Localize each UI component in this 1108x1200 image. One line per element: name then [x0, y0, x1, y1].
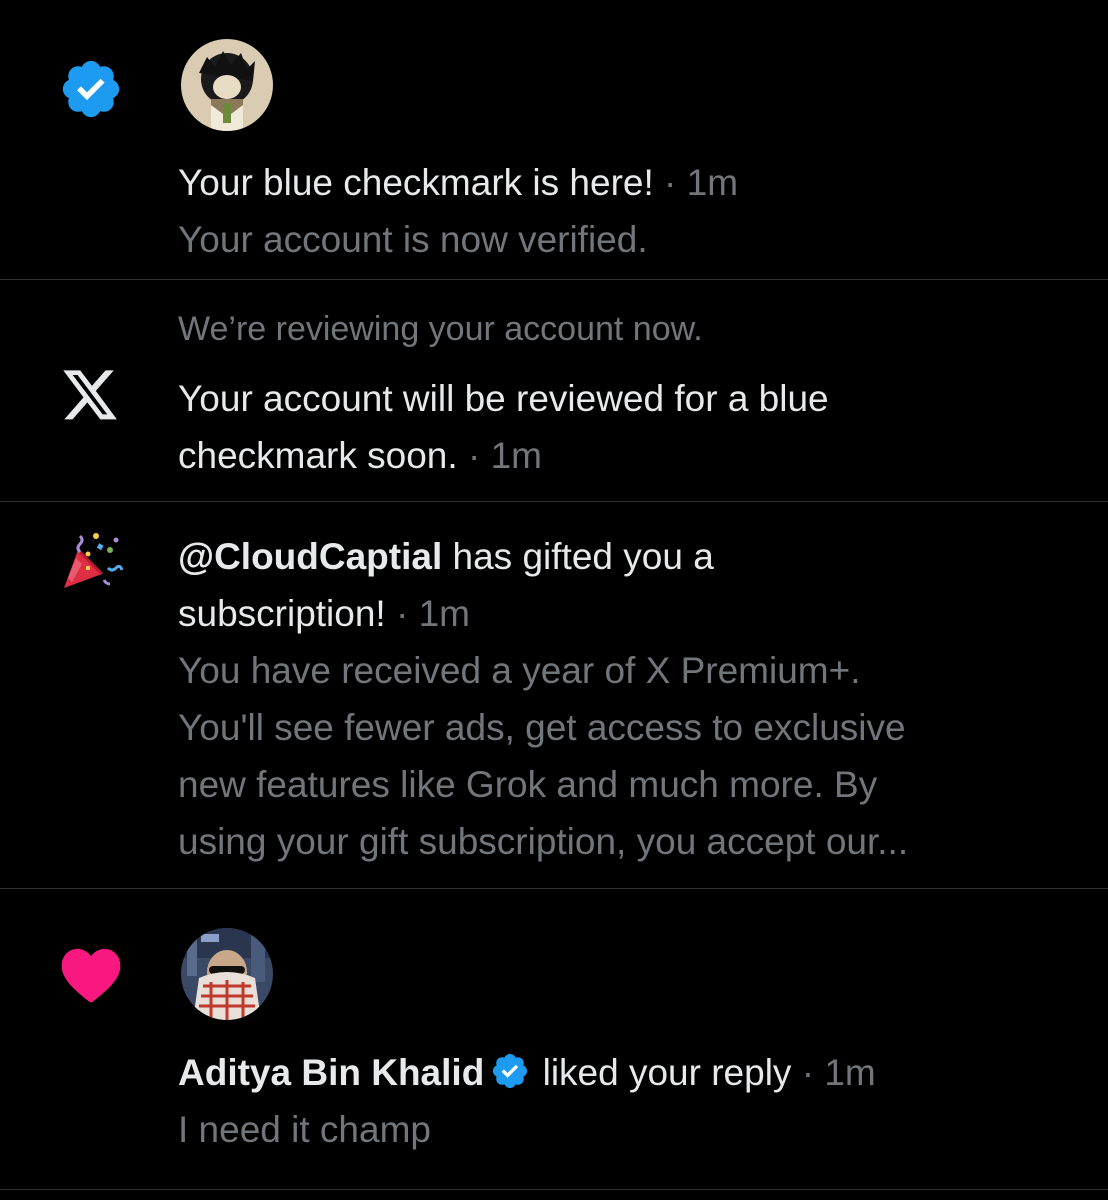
notification-title-line: Your blue checkmark is here! · 1m	[178, 154, 1068, 211]
notification-body-line: You'll see fewer ads, get access to excl…	[178, 707, 906, 748]
verified-badge-icon	[490, 1050, 530, 1090]
timestamp: 1m	[490, 435, 542, 476]
notification-body-line: using your gift subscription, you accept…	[178, 821, 909, 862]
notification-header: We’re reviewing your account now.	[178, 310, 703, 348]
notification-title-cont: subscription!	[178, 593, 386, 634]
notification-title-line: checkmark soon. · 1m	[178, 427, 1068, 484]
notification-body-line: You have received a year of X Premium+.	[178, 650, 861, 691]
verified-badge-icon	[42, 56, 140, 122]
notification-body: Your account is now verified.	[178, 219, 648, 260]
notification-title-line: subscription! · 1m	[178, 585, 1068, 642]
notification-title-line: @CloudCaptial has gifted you a	[178, 528, 1068, 585]
separator-dot: ·	[664, 162, 677, 203]
timestamp: 1m	[824, 1052, 876, 1093]
notification-title: Your account will be reviewed for a blue	[178, 378, 829, 419]
notification-review[interactable]: We’re reviewing your account now. Your a…	[0, 280, 1108, 501]
notification-verified[interactable]: Your blue checkmark is here! · 1m Your a…	[0, 0, 1108, 279]
separator-dot: ·	[396, 593, 409, 634]
x-logo-icon	[42, 370, 140, 422]
notification-like[interactable]: Aditya Bin Khalid liked your reply · 1m …	[0, 889, 1108, 1189]
party-popper-icon	[42, 528, 140, 594]
user-avatar[interactable]	[181, 928, 273, 1020]
notification-title-line: Aditya Bin Khalid liked your reply · 1m	[178, 1044, 1068, 1101]
notification-title: has gifted you a	[452, 536, 714, 577]
notification-action: liked your reply	[542, 1052, 792, 1093]
separator-dot: ·	[801, 1052, 815, 1093]
heart-icon	[42, 944, 140, 1004]
notification-body-line: new features like Grok and much more. By	[178, 764, 878, 805]
timestamp: 1m	[686, 162, 739, 203]
user-handle-link[interactable]: @CloudCaptial	[178, 536, 442, 577]
separator-dot: ·	[467, 435, 481, 476]
user-avatar[interactable]	[181, 39, 273, 131]
user-name-link[interactable]: Aditya Bin Khalid	[178, 1052, 484, 1093]
notification-gift[interactable]: @CloudCaptial has gifted you a subscript…	[0, 502, 1108, 888]
notification-title: Your blue checkmark is here!	[178, 162, 654, 203]
notification-body: I need it champ	[178, 1109, 431, 1150]
divider	[0, 1189, 1108, 1190]
notification-title-cont: checkmark soon.	[178, 435, 458, 476]
timestamp: 1m	[418, 593, 471, 634]
